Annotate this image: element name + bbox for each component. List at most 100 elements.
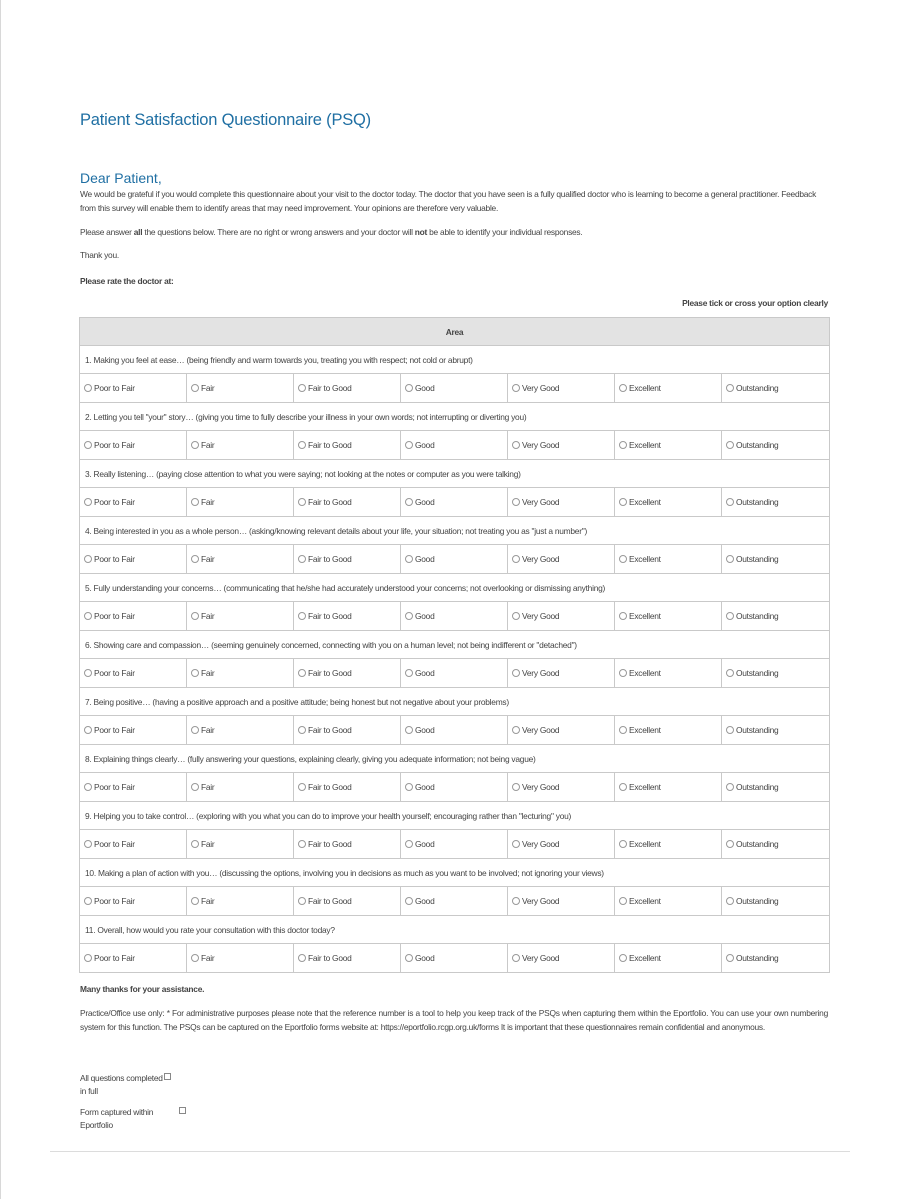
radio-button-icon[interactable] (619, 497, 627, 506)
radio-button-icon[interactable] (619, 611, 627, 620)
radio-button-icon[interactable] (191, 668, 199, 677)
radio-button-icon[interactable] (84, 497, 92, 506)
rating-option[interactable]: Very Good (507, 601, 615, 631)
rating-option[interactable]: Good (400, 430, 508, 460)
rating-option[interactable]: Outstanding (720, 715, 831, 745)
rating-option[interactable]: Outstanding (720, 373, 831, 403)
rating-option[interactable]: Excellent (614, 487, 722, 517)
rating-option[interactable]: Outstanding (720, 430, 831, 460)
radio-button-icon[interactable] (619, 383, 627, 392)
radio-button-icon[interactable] (298, 839, 306, 848)
radio-button-icon[interactable] (512, 440, 520, 449)
rating-option[interactable]: Outstanding (720, 601, 831, 631)
rating-option[interactable]: Fair (186, 487, 294, 517)
radio-button-icon[interactable] (298, 668, 306, 677)
radio-button-icon[interactable] (191, 383, 199, 392)
radio-button-icon[interactable] (512, 611, 520, 620)
rating-option[interactable]: Very Good (507, 487, 615, 517)
rating-option[interactable]: Very Good (507, 829, 615, 859)
rating-option[interactable]: Excellent (614, 658, 722, 688)
radio-button-icon[interactable] (84, 896, 92, 905)
checkbox-form-captured[interactable]: Form captured within Eportfolio (80, 1106, 200, 1131)
checkbox-square-icon[interactable] (179, 1107, 186, 1114)
radio-button-icon[interactable] (298, 725, 306, 734)
radio-button-icon[interactable] (84, 839, 92, 848)
radio-button-icon[interactable] (512, 782, 520, 791)
rating-option[interactable]: Good (400, 943, 508, 973)
radio-button-icon[interactable] (191, 725, 199, 734)
rating-option[interactable]: Excellent (614, 943, 722, 973)
rating-option[interactable]: Excellent (614, 544, 722, 574)
radio-button-icon[interactable] (405, 839, 413, 848)
radio-button-icon[interactable] (512, 953, 520, 962)
radio-button-icon[interactable] (512, 497, 520, 506)
rating-option[interactable]: Very Good (507, 715, 615, 745)
radio-button-icon[interactable] (298, 440, 306, 449)
rating-option[interactable]: Good (400, 544, 508, 574)
rating-option[interactable]: Fair to Good (293, 658, 401, 688)
radio-button-icon[interactable] (726, 839, 734, 848)
radio-button-icon[interactable] (405, 383, 413, 392)
rating-option[interactable]: Outstanding (720, 658, 831, 688)
radio-button-icon[interactable] (512, 668, 520, 677)
rating-option[interactable]: Excellent (614, 829, 722, 859)
rating-option[interactable]: Good (400, 658, 508, 688)
radio-button-icon[interactable] (619, 440, 627, 449)
rating-option[interactable]: Good (400, 601, 508, 631)
checkbox-all-questions-completed[interactable]: All questions completed in full (80, 1072, 200, 1097)
radio-button-icon[interactable] (191, 611, 199, 620)
rating-option[interactable]: Fair to Good (293, 772, 401, 802)
rating-option[interactable]: Good (400, 487, 508, 517)
rating-option[interactable]: Fair (186, 430, 294, 460)
radio-button-icon[interactable] (191, 839, 199, 848)
checkbox-square-icon[interactable] (163, 1073, 171, 1080)
radio-button-icon[interactable] (84, 782, 92, 791)
rating-option[interactable]: Fair (186, 601, 294, 631)
radio-button-icon[interactable] (726, 554, 734, 563)
rating-option[interactable]: Fair to Good (293, 715, 401, 745)
rating-option[interactable]: Excellent (614, 601, 722, 631)
radio-button-icon[interactable] (191, 440, 199, 449)
radio-button-icon[interactable] (726, 896, 734, 905)
rating-option[interactable]: Poor to Fair (79, 544, 187, 574)
radio-button-icon[interactable] (726, 725, 734, 734)
rating-option[interactable]: Fair (186, 772, 294, 802)
rating-option[interactable]: Good (400, 772, 508, 802)
radio-button-icon[interactable] (298, 953, 306, 962)
rating-option[interactable]: Poor to Fair (79, 943, 187, 973)
rating-option[interactable]: Outstanding (720, 829, 831, 859)
radio-button-icon[interactable] (619, 725, 627, 734)
radio-button-icon[interactable] (405, 440, 413, 449)
rating-option[interactable]: Fair to Good (293, 544, 401, 574)
radio-button-icon[interactable] (726, 383, 734, 392)
rating-option[interactable]: Good (400, 373, 508, 403)
radio-button-icon[interactable] (405, 725, 413, 734)
rating-option[interactable]: Very Good (507, 373, 615, 403)
rating-option[interactable]: Fair to Good (293, 373, 401, 403)
rating-option[interactable]: Fair to Good (293, 886, 401, 916)
radio-button-icon[interactable] (405, 668, 413, 677)
rating-option[interactable]: Excellent (614, 430, 722, 460)
rating-option[interactable]: Very Good (507, 886, 615, 916)
radio-button-icon[interactable] (191, 497, 199, 506)
radio-button-icon[interactable] (298, 896, 306, 905)
radio-button-icon[interactable] (512, 839, 520, 848)
rating-option[interactable]: Poor to Fair (79, 658, 187, 688)
rating-option[interactable]: Fair to Good (293, 601, 401, 631)
radio-button-icon[interactable] (405, 782, 413, 791)
rating-option[interactable]: Fair to Good (293, 487, 401, 517)
rating-option[interactable]: Fair to Good (293, 829, 401, 859)
rating-option[interactable]: Outstanding (720, 544, 831, 574)
radio-button-icon[interactable] (619, 554, 627, 563)
rating-option[interactable]: Very Good (507, 772, 615, 802)
rating-option[interactable]: Poor to Fair (79, 373, 187, 403)
radio-button-icon[interactable] (726, 668, 734, 677)
rating-option[interactable]: Very Good (507, 544, 615, 574)
rating-option[interactable]: Very Good (507, 430, 615, 460)
radio-button-icon[interactable] (298, 383, 306, 392)
radio-button-icon[interactable] (84, 440, 92, 449)
radio-button-icon[interactable] (191, 554, 199, 563)
radio-button-icon[interactable] (512, 383, 520, 392)
radio-button-icon[interactable] (405, 554, 413, 563)
rating-option[interactable]: Poor to Fair (79, 601, 187, 631)
